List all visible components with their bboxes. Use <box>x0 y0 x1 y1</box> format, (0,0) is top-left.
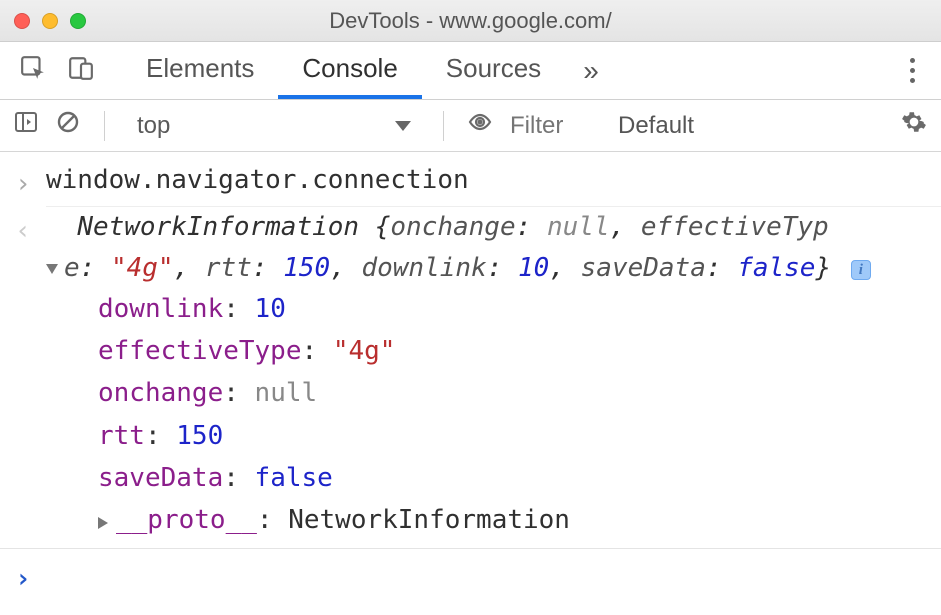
info-badge-icon[interactable]: i <box>851 260 871 280</box>
window-title: DevTools - www.google.com/ <box>0 8 941 34</box>
object-properties: downlink: 10effectiveType: "4g"onchange:… <box>46 288 929 499</box>
context-label: top <box>137 112 170 140</box>
input-marker-icon <box>15 164 31 204</box>
tab-sources[interactable]: Sources <box>422 42 565 99</box>
toggle-sidebar-icon[interactable] <box>14 110 38 141</box>
console-settings-icon[interactable] <box>901 109 927 142</box>
property-row[interactable]: saveData: false <box>98 457 929 499</box>
divider <box>443 111 444 141</box>
prompt-marker-icon <box>15 559 31 599</box>
property-row[interactable]: rtt: 150 <box>98 415 929 457</box>
more-tabs-button[interactable]: » <box>565 42 617 99</box>
console-body: window.navigator.connection xxNetworkInf… <box>0 152 941 599</box>
live-expression-icon[interactable] <box>468 110 492 141</box>
property-row[interactable]: onchange: null <box>98 372 929 414</box>
tab-console[interactable]: Console <box>278 42 421 99</box>
filter-input[interactable] <box>510 112 600 140</box>
console-toolbar: top Default <box>0 100 941 152</box>
devtools-tabbar: ElementsConsoleSources » <box>0 42 941 100</box>
expand-toggle-icon[interactable] <box>46 264 58 274</box>
proto-expand-icon[interactable] <box>98 517 108 529</box>
tab-elements[interactable]: Elements <box>122 42 278 99</box>
log-levels-selector[interactable]: Default <box>618 112 694 140</box>
dropdown-caret-icon <box>395 121 411 131</box>
output-marker-icon <box>15 211 31 251</box>
clear-console-icon[interactable] <box>56 110 80 141</box>
property-row[interactable]: effectiveType: "4g" <box>98 330 929 372</box>
devtools-menu-button[interactable] <box>896 42 929 99</box>
divider <box>104 111 105 141</box>
inspect-element-icon[interactable] <box>20 55 46 86</box>
window-titlebar: DevTools - www.google.com/ <box>0 0 941 42</box>
constructor-name: NetworkInformation <box>77 212 359 242</box>
object-summary[interactable]: xxNetworkInformation {onchange: null, ef… <box>46 207 929 288</box>
property-row[interactable]: downlink: 10 <box>98 288 929 330</box>
console-input-row: window.navigator.connection <box>0 160 941 207</box>
proto-key: __proto__ <box>116 505 257 535</box>
console-input-text[interactable]: window.navigator.connection <box>46 160 941 207</box>
console-prompt-row[interactable] <box>0 548 941 599</box>
console-result-row: xxNetworkInformation {onchange: null, ef… <box>0 207 941 541</box>
proto-value: NetworkInformation <box>288 505 570 535</box>
device-toolbar-icon[interactable] <box>68 55 94 86</box>
proto-row[interactable]: __proto__: NetworkInformation <box>46 499 929 541</box>
context-selector[interactable]: top <box>129 112 419 140</box>
